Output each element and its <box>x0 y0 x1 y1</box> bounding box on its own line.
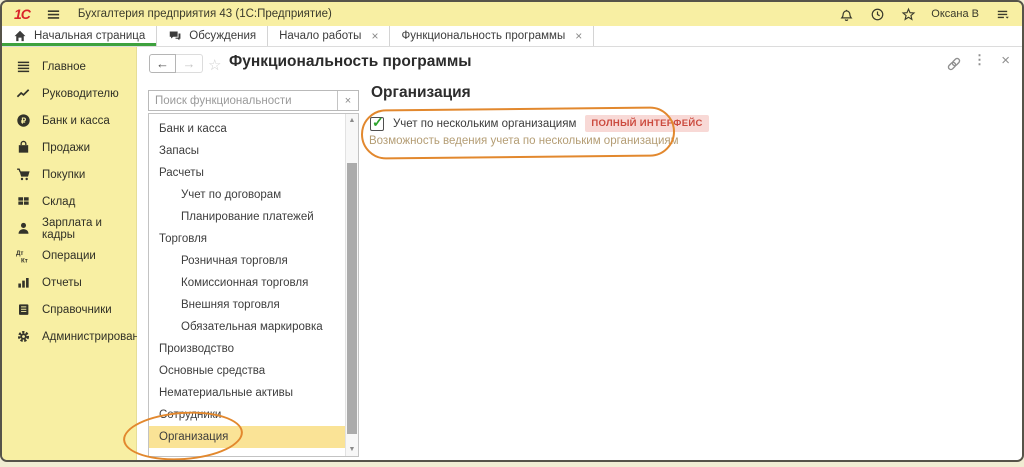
scroll-up-icon[interactable]: ▲ <box>346 114 358 127</box>
list-item[interactable]: Обязательная маркировка <box>149 316 345 338</box>
list-item[interactable]: Сотрудники <box>149 404 345 426</box>
scrollbar-thumb[interactable] <box>347 163 357 434</box>
sidebar-item-label: Банк и касса <box>42 115 110 127</box>
sidebar-item-gear[interactable]: Администрирование <box>2 323 136 350</box>
full-interface-badge: ПОЛНЫЙ ИНТЕРФЕЙС <box>585 115 708 132</box>
bag-icon <box>15 140 31 156</box>
favorites-star-icon[interactable] <box>900 6 916 22</box>
sidebar-item-cart[interactable]: Покупки <box>2 161 136 188</box>
option-description: Возможность ведения учета по нескольким … <box>369 135 679 147</box>
main-area: ← → ☆ Функциональность программы ⋮ × × Б… <box>137 47 1022 460</box>
list-item[interactable]: Банк и касса <box>149 118 345 140</box>
section-heading: Организация <box>371 84 471 102</box>
sidebar-item-bag[interactable]: Продажи <box>2 134 136 161</box>
home-icon <box>13 29 27 43</box>
forward-button[interactable]: → <box>176 54 203 73</box>
tab-label: Функциональность программы <box>401 30 565 42</box>
chat-icon <box>168 29 182 43</box>
list-item[interactable]: Розничная торговля <box>149 250 345 272</box>
more-menu-icon[interactable]: ⋮ <box>973 52 986 68</box>
notifications-bell-icon[interactable] <box>838 6 854 22</box>
multi-org-checkbox[interactable]: ✓ <box>370 117 384 131</box>
tab-3[interactable]: Начало работы × <box>268 26 390 46</box>
sidebar-item-label: Отчеты <box>42 277 82 289</box>
grid-icon <box>15 194 31 210</box>
list-item[interactable]: Расчеты <box>149 162 345 184</box>
sidebar-item-label: Продажи <box>42 142 90 154</box>
list-item[interactable]: Внешняя торговля <box>149 294 345 316</box>
sidebar: Главное Руководителю ₽ Банк и касса Продажи П… <box>2 47 137 460</box>
lines-icon <box>15 59 31 75</box>
gear-icon <box>15 329 31 345</box>
app-window: 1С Бухгалтерия предприятия 43 (1С:Предпр… <box>0 0 1024 462</box>
sidebar-item-label: Администрирование <box>42 331 152 343</box>
list-item[interactable]: Основные средства <box>149 360 345 382</box>
get-link-icon[interactable] <box>946 56 962 72</box>
sidebar-item-trend[interactable]: Руководителю <box>2 80 136 107</box>
sidebar-item-ruble[interactable]: ₽ Банк и касса <box>2 107 136 134</box>
tab-label: Обсуждения <box>189 30 256 42</box>
sidebar-item-label: Руководителю <box>42 88 119 100</box>
list-item[interactable]: Нематериальные активы <box>149 382 345 404</box>
main-menu-icon[interactable] <box>994 6 1010 22</box>
window-titlebar: 1С Бухгалтерия предприятия 43 (1С:Предпр… <box>2 2 1022 26</box>
favorite-page-star-icon[interactable]: ☆ <box>208 56 221 74</box>
book-icon <box>15 302 31 318</box>
back-button[interactable]: ← <box>149 54 176 73</box>
tab-bar: Начальная страница Обсуждения Начало работ… <box>2 26 1022 47</box>
option-row: ✓ Учет по нескольким организациям ПОЛНЫЙ… <box>370 115 709 132</box>
list-item[interactable]: Запасы <box>149 140 345 162</box>
close-window-icon[interactable]: × <box>1001 52 1010 69</box>
checkmark-icon: ✓ <box>372 114 384 131</box>
trend-icon <box>15 86 31 102</box>
sidebar-item-label: Главное <box>42 61 86 73</box>
1c-logo: 1С <box>14 6 30 22</box>
svg-text:Кт: Кт <box>21 257 28 264</box>
tab-2[interactable]: Обсуждения <box>157 26 268 46</box>
functionality-list: Банк и кассаЗапасыРасчетыУчет по договор… <box>148 113 359 457</box>
sidebar-item-dtkt[interactable]: ДтКт Операции <box>2 242 136 269</box>
scroll-down-icon[interactable]: ▼ <box>346 443 358 456</box>
history-icon[interactable] <box>869 6 885 22</box>
window-title: Бухгалтерия предприятия 43 (1С:Предприят… <box>78 8 332 20</box>
cart-icon <box>15 167 31 183</box>
search-input[interactable] <box>149 91 337 110</box>
sidebar-item-book[interactable]: Справочники <box>2 296 136 323</box>
list-item[interactable]: Планирование платежей <box>149 206 345 228</box>
svg-text:₽: ₽ <box>20 116 25 125</box>
sidebar-item-lines[interactable]: Главное <box>2 53 136 80</box>
sidebar-item-label: Зарплата и кадры <box>42 217 136 241</box>
tab-label: Начало работы <box>279 30 361 42</box>
dtkt-icon: ДтКт <box>15 248 31 264</box>
sidebar-item-person[interactable]: Зарплата и кадры <box>2 215 136 242</box>
sidebar-item-label: Покупки <box>42 169 85 181</box>
chart-icon <box>15 275 31 291</box>
tab-close-icon[interactable]: × <box>575 29 582 43</box>
hamburger-menu-icon[interactable] <box>46 6 62 22</box>
page-title: Функциональность программы <box>229 53 472 71</box>
sidebar-item-label: Склад <box>42 196 75 208</box>
search-clear-icon[interactable]: × <box>337 91 358 110</box>
tab-4[interactable]: Функциональность программы × <box>390 26 594 46</box>
option-label[interactable]: Учет по нескольким организациям <box>393 118 576 130</box>
ruble-icon: ₽ <box>15 113 31 129</box>
list-item[interactable]: Организация <box>149 426 345 448</box>
svg-text:Дт: Дт <box>16 250 23 257</box>
current-user[interactable]: Оксана В <box>931 8 979 20</box>
person-icon <box>15 221 31 237</box>
sidebar-item-chart[interactable]: Отчеты <box>2 269 136 296</box>
sidebar-item-grid[interactable]: Склад <box>2 188 136 215</box>
tab-label: Начальная страница <box>34 30 145 42</box>
list-item[interactable]: Комиссионная торговля <box>149 272 345 294</box>
list-item[interactable]: Учет по договорам <box>149 184 345 206</box>
tab-1[interactable]: Начальная страница <box>2 26 157 46</box>
list-scrollbar[interactable]: ▲ ▼ <box>345 114 358 456</box>
list-item[interactable]: Производство <box>149 338 345 360</box>
sidebar-item-label: Операции <box>42 250 96 262</box>
tab-close-icon[interactable]: × <box>371 29 378 43</box>
list-item[interactable]: Торговля <box>149 228 345 250</box>
search-box: × <box>148 90 359 111</box>
sidebar-item-label: Справочники <box>42 304 112 316</box>
